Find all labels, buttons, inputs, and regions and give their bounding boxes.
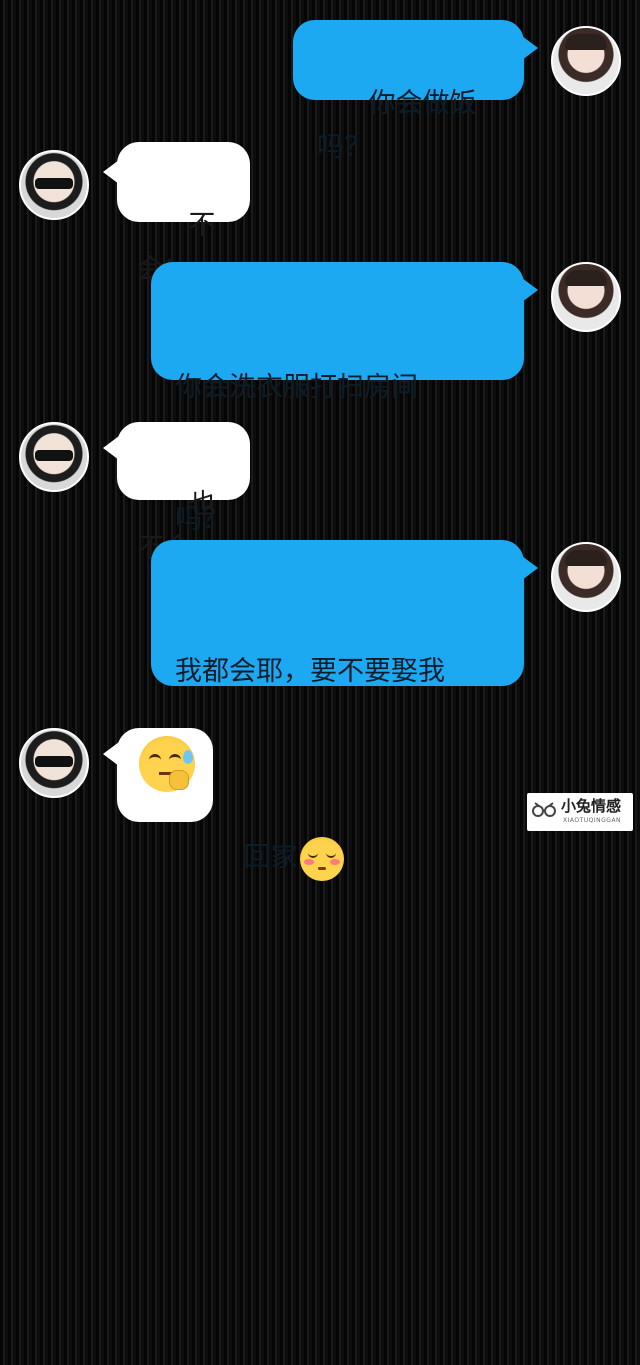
chat-view: 你会做饭吗？ 不会! 你会洗衣服打扫房间 吗？ 也不会 我都会耶，要不要娶我 xyxy=(0,0,640,881)
bubble-tail xyxy=(522,556,538,580)
sweat-emoji-icon xyxy=(139,736,195,792)
message-bubble-incoming[interactable]: 不会! xyxy=(117,142,250,285)
avatar-him[interactable] xyxy=(19,150,89,220)
message-bubble-outgoing[interactable]: 你会洗衣服打扫房间 吗？ xyxy=(151,262,524,535)
message-text: 你会做饭吗？ xyxy=(317,88,477,163)
message-bubble-outgoing[interactable]: 你会做饭吗？ xyxy=(293,20,524,163)
message-text-line-with-emoji: 回家 xyxy=(175,792,500,925)
message-text-line: 我都会耶，要不要娶我 xyxy=(175,656,445,687)
message-text-line: 你会洗衣服打扫房间 xyxy=(175,372,418,403)
bubble-tail xyxy=(522,36,538,60)
avatar-her[interactable] xyxy=(551,26,621,96)
avatar-him[interactable] xyxy=(19,422,89,492)
message-bubble-outgoing[interactable]: 我都会耶，要不要娶我 回家 xyxy=(151,540,524,881)
message-bubble-incoming[interactable]: 也不会 xyxy=(117,422,250,564)
blush-emoji-icon xyxy=(299,836,344,881)
message-text-line: 吗？ xyxy=(175,498,500,542)
message-text: 回家 xyxy=(243,842,298,873)
avatar-her[interactable] xyxy=(551,262,621,332)
watermark-logo: 小兔情感 XIAOTUQINGGAN xyxy=(527,793,633,831)
avatar-him[interactable] xyxy=(19,728,89,798)
watermark-subtitle: XIAOTUQINGGAN xyxy=(563,817,622,824)
glasses-logo-icon xyxy=(532,802,556,817)
message-bubble-incoming[interactable] xyxy=(117,728,213,822)
bubble-tail xyxy=(522,278,538,302)
avatar-her[interactable] xyxy=(551,542,621,612)
watermark-brand: 小兔情感 xyxy=(561,797,622,815)
